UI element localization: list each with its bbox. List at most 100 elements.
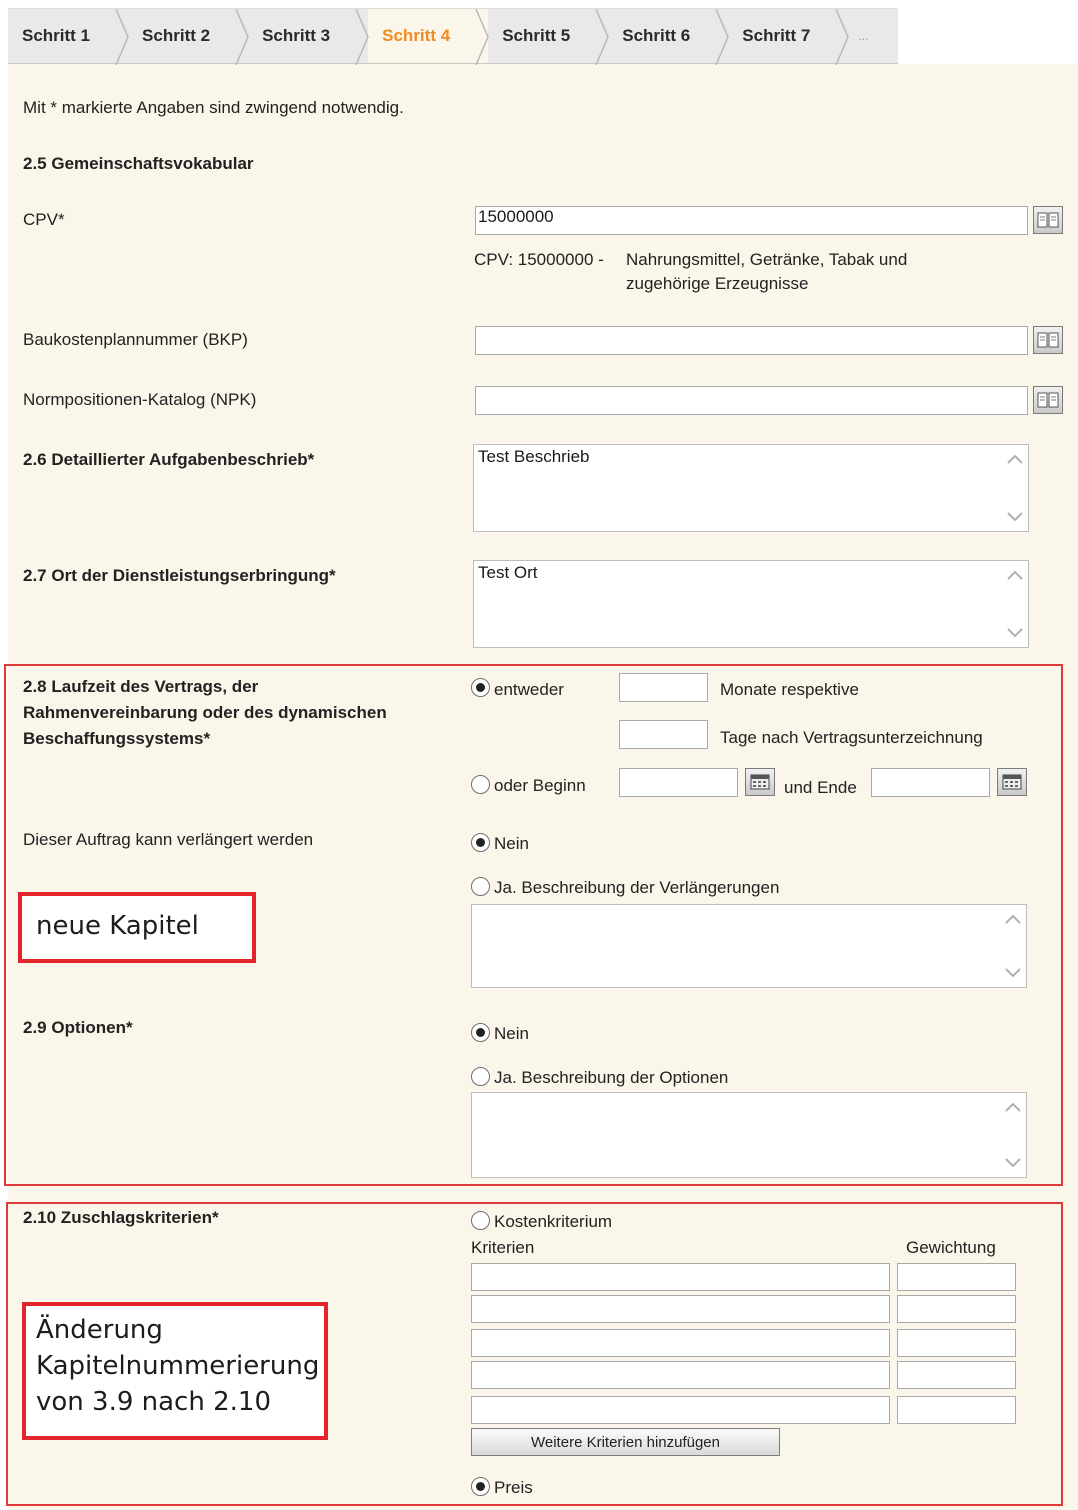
options-no-radio[interactable] [471, 1023, 490, 1042]
section-heading-2-5: 2.5 Gemeinschaftsvokabular [23, 154, 254, 173]
tab-label: Schritt 3 [262, 26, 331, 45]
cpv-label: CPV* [23, 210, 65, 229]
callout-line: Änderung [36, 1315, 163, 1345]
weight-input[interactable] [897, 1295, 1016, 1323]
bkp-input[interactable] [475, 326, 1028, 355]
criterion-input[interactable] [471, 1329, 890, 1357]
price-radio[interactable] [471, 1477, 490, 1496]
label-line: 2.8 Laufzeit des Vertrags, der [23, 677, 259, 696]
tab-step-1[interactable]: Schritt 1 [8, 9, 129, 65]
add-criteria-button[interactable]: Weitere Kriterien hinzufügen [471, 1428, 780, 1456]
weight-header: Gewichtung [906, 1238, 996, 1257]
cpv-lookup-button[interactable] [1033, 206, 1063, 234]
label-line: Beschaffungssystems* [23, 729, 211, 748]
form-panel: Mit * markierte Angaben sind zwingend no… [4, 64, 1078, 1510]
criterion-input[interactable] [471, 1295, 890, 1323]
duration-either-label: entweder [494, 680, 564, 699]
chevron-up-icon[interactable] [1004, 449, 1026, 471]
months-label: Monate respektive [720, 680, 859, 699]
tab-step-4[interactable]: Schritt 4 [368, 9, 490, 65]
duration-start-radio[interactable] [471, 775, 490, 794]
cpv-input[interactable]: 15000000 [475, 206, 1028, 235]
calendar-icon [750, 774, 770, 790]
chevron-down-icon[interactable] [1002, 961, 1024, 983]
criterion-input[interactable] [471, 1263, 890, 1291]
textarea-scrollbar[interactable] [1004, 449, 1026, 527]
options-no-label: Nein [494, 1024, 529, 1043]
weight-input[interactable] [897, 1396, 1016, 1424]
chevron-up-icon[interactable] [1002, 909, 1024, 931]
section-label-2-6: 2.6 Detaillierter Aufgabenbeschrieb* [23, 450, 315, 469]
options-yes-radio[interactable] [471, 1067, 490, 1086]
textarea-scrollbar[interactable] [1002, 1097, 1024, 1173]
section-label-2-9: 2.9 Optionen* [23, 1018, 133, 1037]
end-date-calendar-button[interactable] [997, 768, 1027, 796]
callout-new-chapters: neue Kapitel [18, 892, 256, 963]
criteria-header: Kriterien [471, 1238, 535, 1257]
bkp-lookup-button[interactable] [1033, 326, 1063, 354]
weight-input[interactable] [897, 1263, 1016, 1291]
extension-description-textarea[interactable] [471, 904, 1027, 988]
duration-either-radio[interactable] [471, 678, 490, 697]
chevron-right-icon [234, 9, 252, 65]
tab-label: Schritt 6 [622, 26, 691, 45]
task-description-value: Test Beschrieb [478, 447, 590, 466]
tab-step-3[interactable]: Schritt 3 [248, 9, 369, 65]
task-description-textarea[interactable]: Test Beschrieb [473, 444, 1029, 532]
tab-more[interactable]: ... [848, 9, 898, 63]
callout-renumbering: Änderung Kapitelnummerierung von 3.9 nac… [22, 1302, 328, 1440]
tab-step-6[interactable]: Schritt 6 [608, 9, 730, 65]
callout-line: Kapitelnummerierung [36, 1351, 320, 1381]
section-label-2-8: 2.8 Laufzeit des Vertrags, der Rahmenver… [23, 674, 387, 752]
section-label-2-10: 2.10 Zuschlagskriterien* [23, 1208, 219, 1227]
chevron-right-icon [354, 9, 372, 65]
cost-criterion-radio[interactable] [471, 1211, 490, 1230]
tab-label: Schritt 1 [22, 26, 91, 45]
label-line: Rahmenvereinbarung oder des dynamischen [23, 703, 387, 722]
duration-start-label: oder Beginn [494, 776, 586, 795]
step-navigation: Schritt 1 Schritt 2 Schritt 3 Schritt 4 … [8, 8, 898, 65]
tab-step-5[interactable]: Schritt 5 [488, 9, 610, 65]
end-date-input[interactable] [871, 768, 990, 797]
calendar-icon [1002, 774, 1022, 790]
cpv-description-code: CPV: 15000000 - [474, 250, 604, 269]
tab-step-7[interactable]: Schritt 7 [728, 9, 850, 65]
extension-no-radio[interactable] [471, 833, 490, 852]
chevron-right-icon [474, 9, 492, 65]
npk-label: Normpositionen-Katalog (NPK) [23, 390, 257, 409]
npk-input[interactable] [475, 386, 1028, 415]
chevron-up-icon[interactable] [1004, 565, 1026, 587]
chevron-right-icon [114, 9, 132, 65]
chevron-down-icon[interactable] [1004, 621, 1026, 643]
tab-step-2[interactable]: Schritt 2 [128, 9, 249, 65]
npk-lookup-button[interactable] [1033, 386, 1063, 414]
textarea-scrollbar[interactable] [1004, 565, 1026, 643]
location-textarea[interactable]: Test Ort [473, 560, 1029, 648]
chevron-down-icon[interactable] [1002, 1151, 1024, 1173]
days-input[interactable] [619, 720, 708, 749]
tab-label: Schritt 7 [742, 26, 811, 45]
chevron-right-icon [834, 9, 852, 65]
months-input[interactable] [619, 673, 708, 702]
extension-yes-radio[interactable] [471, 877, 490, 896]
chevron-up-icon[interactable] [1002, 1097, 1024, 1119]
criterion-input[interactable] [471, 1361, 890, 1389]
tab-label: Schritt 4 [382, 26, 451, 45]
weight-input[interactable] [897, 1329, 1016, 1357]
weight-input[interactable] [897, 1361, 1016, 1389]
extension-label: Dieser Auftrag kann verlängert werden [23, 830, 314, 849]
criterion-input[interactable] [471, 1396, 890, 1424]
bkp-label: Baukostenplannummer (BKP) [23, 330, 248, 349]
required-note: Mit * markierte Angaben sind zwingend no… [23, 98, 404, 117]
cpv-description-line1: Nahrungsmittel, Getränke, Tabak und [626, 250, 908, 269]
days-label: Tage nach Vertragsunterzeichnung [720, 728, 983, 747]
tab-label: Schritt 5 [502, 26, 571, 45]
chevron-down-icon[interactable] [1004, 505, 1026, 527]
book-icon [1037, 212, 1059, 228]
start-date-calendar-button[interactable] [745, 768, 775, 796]
extension-no-label: Nein [494, 834, 529, 853]
location-value: Test Ort [478, 563, 538, 582]
options-description-textarea[interactable] [471, 1092, 1027, 1178]
textarea-scrollbar[interactable] [1002, 909, 1024, 983]
start-date-input[interactable] [619, 768, 738, 797]
